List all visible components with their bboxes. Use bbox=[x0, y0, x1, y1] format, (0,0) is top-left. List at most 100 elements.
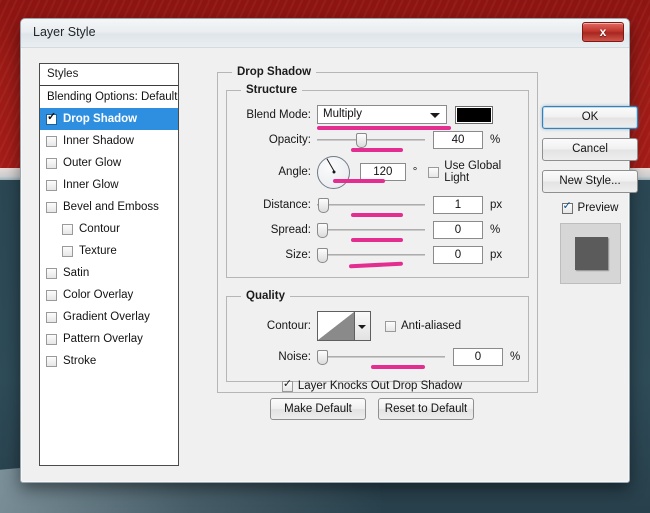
opacity-unit: % bbox=[490, 134, 500, 146]
styles-list-header: Styles bbox=[40, 64, 178, 86]
styles-list-item[interactable]: Texture bbox=[40, 240, 178, 262]
use-global-light-checkbox[interactable]: Use Global Light bbox=[428, 160, 520, 184]
styles-list-item-label: Drop Shadow bbox=[63, 108, 137, 130]
structure-group-title: Structure bbox=[241, 84, 302, 96]
checkbox-icon[interactable] bbox=[46, 114, 57, 125]
styles-list-item[interactable]: Drop Shadow bbox=[40, 108, 178, 130]
styles-list-item-label: Contour bbox=[79, 218, 120, 240]
styles-list-item[interactable]: Gradient Overlay bbox=[40, 306, 178, 328]
contour-label: Contour: bbox=[235, 320, 317, 332]
checkbox-icon bbox=[385, 321, 396, 332]
distance-input[interactable]: 1 bbox=[433, 196, 483, 214]
layer-style-dialog: Layer Style x Styles Blending Options: D… bbox=[20, 18, 630, 483]
reset-to-default-button[interactable]: Reset to Default bbox=[378, 398, 474, 420]
cancel-button[interactable]: Cancel bbox=[542, 138, 638, 161]
noise-unit: % bbox=[510, 351, 520, 363]
preview-label: Preview bbox=[578, 202, 619, 214]
styles-list-rows: Blending Options: DefaultDrop ShadowInne… bbox=[40, 86, 178, 372]
blend-mode-select[interactable]: Multiply bbox=[317, 105, 447, 124]
styles-list-item[interactable]: Color Overlay bbox=[40, 284, 178, 306]
checkbox-icon bbox=[562, 203, 573, 214]
spread-input[interactable]: 0 bbox=[433, 221, 483, 239]
dialog-titlebar: Layer Style x bbox=[21, 19, 629, 48]
contour-dropdown-button[interactable] bbox=[355, 311, 371, 341]
styles-list-item-label: Gradient Overlay bbox=[63, 306, 150, 328]
size-label: Size: bbox=[235, 249, 317, 261]
spread-slider-thumb[interactable] bbox=[317, 223, 328, 238]
styles-list-item[interactable]: Outer Glow bbox=[40, 152, 178, 174]
angle-dial[interactable] bbox=[317, 156, 350, 189]
opacity-slider[interactable] bbox=[317, 132, 425, 148]
styles-list-item[interactable]: Inner Glow bbox=[40, 174, 178, 196]
noise-input[interactable]: 0 bbox=[453, 348, 503, 366]
styles-list-item-label: Blending Options: Default bbox=[47, 86, 177, 108]
checkbox-icon[interactable] bbox=[46, 312, 57, 323]
noise-slider[interactable] bbox=[317, 349, 445, 365]
size-slider[interactable] bbox=[317, 247, 425, 263]
drop-shadow-settings: Drop Shadow Structure Blend Mode: Multip… bbox=[217, 66, 527, 393]
ok-button[interactable]: OK bbox=[542, 106, 638, 129]
annotation-underline-noise bbox=[371, 365, 425, 369]
structure-group: Structure Blend Mode: Multiply bbox=[226, 84, 529, 278]
styles-list-item[interactable]: Contour bbox=[40, 218, 178, 240]
anti-aliased-checkbox[interactable]: Anti-aliased bbox=[385, 320, 461, 332]
spread-slider[interactable] bbox=[317, 222, 425, 238]
shadow-color-swatch[interactable] bbox=[455, 106, 493, 124]
checkbox-icon[interactable] bbox=[46, 158, 57, 169]
styles-list-item-label: Inner Glow bbox=[63, 174, 119, 196]
opacity-slider-track bbox=[317, 139, 425, 141]
styles-list-item[interactable]: Bevel and Emboss bbox=[40, 196, 178, 218]
desktop-background: Layer Style x Styles Blending Options: D… bbox=[0, 0, 650, 513]
layer-knocks-out-checkbox[interactable]: Layer Knocks Out Drop Shadow bbox=[282, 380, 462, 392]
checkbox-icon[interactable] bbox=[46, 290, 57, 301]
styles-list-item[interactable]: Stroke bbox=[40, 350, 178, 372]
preview-thumbnail bbox=[560, 223, 621, 284]
make-default-button[interactable]: Make Default bbox=[270, 398, 366, 420]
angle-input[interactable]: 120 bbox=[360, 163, 406, 181]
styles-list-item-label: Pattern Overlay bbox=[63, 328, 143, 350]
styles-list-panel: Styles Blending Options: DefaultDrop Sha… bbox=[39, 63, 179, 466]
opacity-row: Opacity: 40 % bbox=[235, 127, 520, 152]
styles-list-item-label: Outer Glow bbox=[63, 152, 121, 174]
close-icon[interactable]: x bbox=[582, 22, 624, 42]
new-style-button[interactable]: New Style... bbox=[542, 170, 638, 193]
preview-checkbox[interactable]: Preview bbox=[542, 202, 638, 214]
use-global-light-label: Use Global Light bbox=[444, 160, 520, 184]
size-slider-thumb[interactable] bbox=[317, 248, 328, 263]
checkbox-icon[interactable] bbox=[46, 202, 57, 213]
checkbox-icon bbox=[428, 167, 439, 178]
dialog-action-panel: OK Cancel New Style... Preview bbox=[542, 106, 638, 284]
opacity-input[interactable]: 40 bbox=[433, 131, 483, 149]
quality-group: Quality Contour: Anti-al bbox=[226, 290, 529, 382]
dialog-body: Styles Blending Options: DefaultDrop Sha… bbox=[21, 48, 629, 483]
angle-row: Angle: 120 ° Use Global Light bbox=[235, 152, 520, 192]
styles-list-item[interactable]: Blending Options: Default bbox=[40, 86, 178, 108]
checkbox-icon[interactable] bbox=[46, 180, 57, 191]
distance-row: Distance: 1 px bbox=[235, 192, 520, 217]
styles-list-item-label: Stroke bbox=[63, 350, 96, 372]
checkbox-icon[interactable] bbox=[46, 356, 57, 367]
checkbox-icon[interactable] bbox=[62, 246, 73, 257]
noise-slider-thumb[interactable] bbox=[317, 350, 328, 365]
styles-list-item-label: Inner Shadow bbox=[63, 130, 134, 152]
styles-list-item[interactable]: Satin bbox=[40, 262, 178, 284]
checkbox-icon[interactable] bbox=[62, 224, 73, 235]
checkbox-icon[interactable] bbox=[46, 334, 57, 345]
styles-list-item[interactable]: Inner Shadow bbox=[40, 130, 178, 152]
contour-picker[interactable] bbox=[317, 311, 371, 341]
distance-slider-thumb[interactable] bbox=[318, 198, 329, 213]
size-input[interactable]: 0 bbox=[433, 246, 483, 264]
styles-list-item[interactable]: Pattern Overlay bbox=[40, 328, 178, 350]
drop-shadow-group-title: Drop Shadow bbox=[232, 66, 316, 78]
opacity-slider-thumb[interactable] bbox=[356, 133, 367, 148]
distance-slider[interactable] bbox=[317, 197, 425, 213]
styles-list-item-label: Color Overlay bbox=[63, 284, 133, 306]
checkbox-icon[interactable] bbox=[46, 268, 57, 279]
blend-mode-select-wrap: Multiply bbox=[317, 105, 447, 124]
chevron-down-icon bbox=[430, 113, 440, 118]
default-buttons-row: Make Default Reset to Default bbox=[217, 398, 527, 420]
styles-list-item-label: Texture bbox=[79, 240, 117, 262]
distance-slider-track bbox=[317, 204, 425, 206]
checkbox-icon[interactable] bbox=[46, 136, 57, 147]
spread-row: Spread: 0 % bbox=[235, 217, 520, 242]
